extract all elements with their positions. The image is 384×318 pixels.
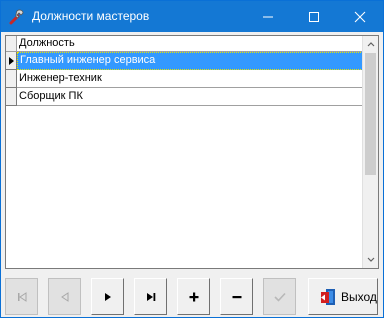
- title-bar[interactable]: Должности мастеров: [1, 1, 383, 32]
- close-icon: [354, 11, 366, 22]
- row-indicator[interactable]: [6, 70, 17, 88]
- next-record-button[interactable]: [91, 278, 124, 315]
- navigator-toolbar: Выход: [5, 278, 379, 315]
- table-cell[interactable]: Инженер-техник: [17, 70, 363, 88]
- minus-icon: [232, 295, 241, 298]
- maximize-icon: [309, 11, 319, 22]
- window-title: Должности мастеров: [32, 9, 150, 23]
- window: Должности мастеров Должность Главный инж…: [0, 0, 384, 318]
- first-record-button[interactable]: [5, 278, 38, 315]
- insert-record-button[interactable]: [177, 278, 210, 315]
- delete-record-button[interactable]: [220, 278, 253, 315]
- tools-icon: [9, 9, 24, 25]
- close-button[interactable]: [337, 1, 383, 32]
- minimize-button[interactable]: [245, 1, 291, 32]
- row-indicator[interactable]: [6, 52, 17, 70]
- skip-last-icon: [146, 292, 155, 301]
- scroll-thumb[interactable]: [365, 53, 376, 175]
- vertical-scrollbar[interactable]: [362, 36, 378, 268]
- table-cell[interactable]: Главный инженер сервиса: [17, 52, 363, 70]
- scroll-up-button[interactable]: [363, 36, 378, 52]
- play-right-icon: [104, 292, 111, 301]
- header-indicator-cell: [6, 36, 17, 51]
- skip-first-icon: [17, 291, 26, 302]
- row-indicator[interactable]: [6, 88, 17, 106]
- table-cell[interactable]: Сборщик ПК: [17, 88, 363, 106]
- column-header-position[interactable]: Должность: [19, 37, 75, 49]
- table-row[interactable]: Инженер-техник: [6, 70, 363, 88]
- exit-button[interactable]: Выход: [308, 278, 378, 315]
- prior-record-button[interactable]: [48, 278, 81, 315]
- play-left-icon: [60, 291, 68, 302]
- scroll-down-button[interactable]: [363, 252, 378, 268]
- last-record-button[interactable]: [134, 278, 167, 315]
- minimize-icon: [263, 16, 273, 17]
- plus-icon: [189, 292, 198, 301]
- chevron-down-icon: [367, 257, 375, 262]
- table-row[interactable]: Главный инженер сервиса: [6, 52, 363, 70]
- current-row-arrow-icon: [9, 57, 14, 65]
- maximize-button[interactable]: [291, 1, 337, 32]
- checkmark-icon: [273, 292, 286, 302]
- post-record-button[interactable]: [263, 278, 296, 315]
- exit-door-icon: [321, 289, 335, 305]
- table-row[interactable]: Сборщик ПК: [6, 88, 363, 106]
- exit-button-label: Выход: [341, 290, 377, 304]
- grid-header-row: Должность: [6, 36, 363, 52]
- positions-grid[interactable]: Должность Главный инженер сервиса Инжене…: [5, 35, 379, 269]
- chevron-up-icon: [367, 42, 375, 47]
